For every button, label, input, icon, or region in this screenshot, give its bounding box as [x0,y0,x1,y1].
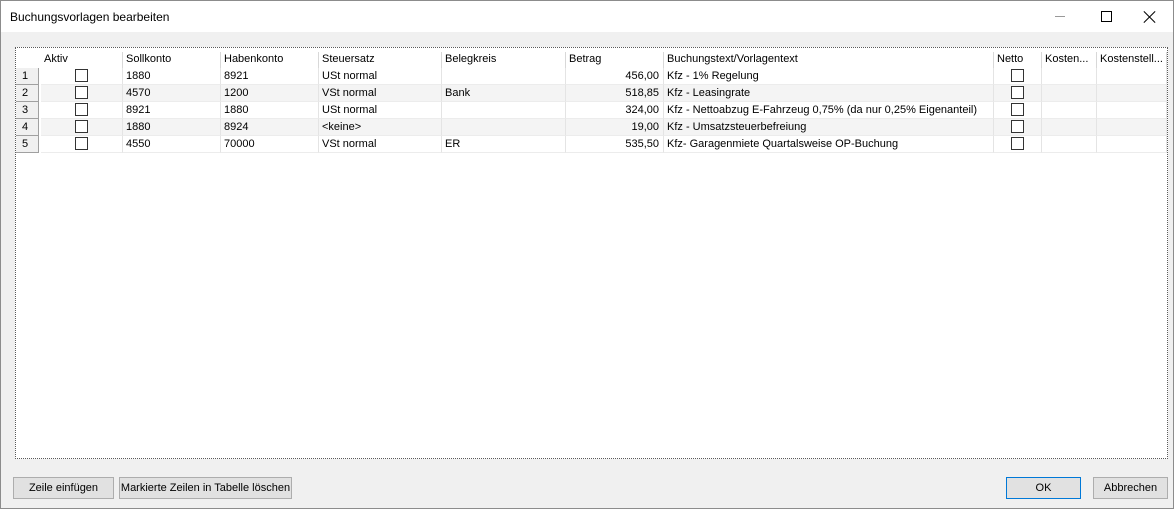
cell-col-buchungstext[interactable]: Kfz - Nettoabzug E-Fahrzeug 0,75% (da nu… [664,102,994,119]
header-col-kosten[interactable]: Kosten... [1042,52,1097,68]
header-col-habenkonto[interactable]: Habenkonto [221,52,319,68]
header-col-aktiv[interactable]: Aktiv [41,52,123,68]
cell-col-kostenstelle[interactable] [1097,119,1167,136]
cell-col-sollkonto[interactable]: 4550 [123,136,221,153]
header-col-kostenstelle[interactable]: Kostenstell... [1097,52,1167,68]
table-row[interactable]: 4 1880 8924 <keine> 19,00 Kfz - Umsatzsteuerb… [16,119,1167,136]
cell-col-steuersatz[interactable]: VSt normal [319,85,442,102]
cell-col-buchungstext[interactable]: Kfz - 1% Regelung [664,68,994,85]
cell-col-kosten[interactable] [1042,136,1097,153]
cell-col-habenkonto[interactable]: 1880 [221,102,319,119]
table-header: Aktiv Sollkonto Habenkonto Steuersatz Belegk… [16,52,1167,68]
aktiv-checkbox[interactable] [75,85,88,99]
cell-col-belegkreis[interactable] [442,68,566,85]
aktiv-checkbox[interactable] [75,136,88,150]
cell-col-sollkonto[interactable]: 1880 [123,68,221,85]
row-number[interactable]: 5 [16,136,39,153]
cell-col-aktiv[interactable] [41,119,123,136]
insert-row-button[interactable]: Zeile einfügen [13,477,114,499]
delete-selected-rows-button[interactable]: Markierte Zeilen in Tabelle löschen [119,477,292,499]
cell-col-sollkonto[interactable]: 4570 [123,85,221,102]
close-button[interactable] [1127,1,1173,32]
header-col-steuersatz[interactable]: Steuersatz [319,52,442,68]
netto-checkbox[interactable] [1011,119,1024,133]
cell-col-betrag[interactable]: 518,85 [566,85,664,102]
cell-col-steuersatz[interactable]: USt normal [319,68,442,85]
header-col-buchungstext[interactable]: Buchungstext/Vorlagentext [664,52,994,68]
cell-col-kosten[interactable] [1042,102,1097,119]
aktiv-checkbox[interactable] [75,102,88,116]
row-number[interactable]: 3 [16,102,39,119]
cell-col-betrag[interactable]: 324,00 [566,102,664,119]
cell-col-belegkreis[interactable]: ER [442,136,566,153]
maximize-button[interactable] [1083,1,1129,32]
header-col-netto[interactable]: Netto [994,52,1042,68]
row-number[interactable]: 2 [16,85,39,102]
cell-col-kostenstelle[interactable] [1097,85,1167,102]
dialog-window: Buchungsvorlagen bearbeiten Aktiv Sollkon… [0,0,1174,509]
cell-col-kosten[interactable] [1042,85,1097,102]
row-number[interactable]: 1 [16,68,39,85]
netto-checkbox[interactable] [1011,136,1024,150]
close-icon [1144,11,1156,23]
table-row[interactable]: 1 1880 8921 USt normal 456,00 Kfz - 1% Regelu… [16,68,1167,85]
cell-col-aktiv[interactable] [41,68,123,85]
netto-checkbox[interactable] [1011,85,1024,99]
cell-col-sollkonto[interactable]: 8921 [123,102,221,119]
cell-col-aktiv[interactable] [41,136,123,153]
cell-col-habenkonto[interactable]: 1200 [221,85,319,102]
cell-col-netto[interactable] [994,136,1042,153]
cell-col-sollkonto[interactable]: 1880 [123,119,221,136]
cell-col-habenkonto[interactable]: 8921 [221,68,319,85]
booking-template-table[interactable]: Aktiv Sollkonto Habenkonto Steuersatz Belegk… [15,47,1168,459]
cell-col-belegkreis[interactable] [442,102,566,119]
cell-col-netto[interactable] [994,102,1042,119]
cell-col-buchungstext[interactable]: Kfz- Garagenmiete Quartalsweise OP-Buchu… [664,136,994,153]
cell-col-buchungstext[interactable]: Kfz - Umsatzsteuerbefreiung [664,119,994,136]
table-row[interactable]: 2 4570 1200 VSt normal Bank 518,85 Kfz - Leasi… [16,85,1167,102]
cell-col-kostenstelle[interactable] [1097,102,1167,119]
cell-col-netto[interactable] [994,85,1042,102]
header-col-belegkreis[interactable]: Belegkreis [442,52,566,68]
cell-col-belegkreis[interactable]: Bank [442,85,566,102]
window-title: Buchungsvorlagen bearbeiten [10,10,170,24]
cell-col-steuersatz[interactable]: <keine> [319,119,442,136]
row-number[interactable]: 4 [16,119,39,136]
cell-col-betrag[interactable]: 19,00 [566,119,664,136]
aktiv-checkbox[interactable] [75,68,88,82]
cell-col-betrag[interactable]: 456,00 [566,68,664,85]
cell-col-kostenstelle[interactable] [1097,136,1167,153]
cell-col-habenkonto[interactable]: 8924 [221,119,319,136]
cell-col-buchungstext[interactable]: Kfz - Leasingrate [664,85,994,102]
cell-col-kostenstelle[interactable] [1097,68,1167,85]
cell-col-netto[interactable] [994,119,1042,136]
cell-col-kosten[interactable] [1042,119,1097,136]
cell-col-steuersatz[interactable]: VSt normal [319,136,442,153]
minimize-icon [1055,16,1065,17]
netto-checkbox[interactable] [1011,68,1024,82]
minimize-button[interactable] [1037,1,1083,32]
maximize-icon [1100,11,1112,22]
title-bar: Buchungsvorlagen bearbeiten [1,1,1173,32]
aktiv-checkbox[interactable] [75,119,88,133]
cell-col-aktiv[interactable] [41,102,123,119]
cell-col-betrag[interactable]: 535,50 [566,136,664,153]
header-col-sollkonto[interactable]: Sollkonto [123,52,221,68]
cell-col-belegkreis[interactable] [442,119,566,136]
cell-col-netto[interactable] [994,68,1042,85]
cell-col-steuersatz[interactable]: USt normal [319,102,442,119]
table-row[interactable]: 5 4550 70000 VSt normal ER 535,50 Kfz- Garagen… [16,136,1167,153]
cell-col-aktiv[interactable] [41,85,123,102]
cell-col-kosten[interactable] [1042,68,1097,85]
cell-col-habenkonto[interactable]: 70000 [221,136,319,153]
netto-checkbox[interactable] [1011,102,1024,116]
header-col-betrag[interactable]: Betrag [566,52,664,68]
ok-button[interactable]: OK [1006,477,1081,499]
cancel-button[interactable]: Abbrechen [1093,477,1168,499]
table-row[interactable]: 3 8921 1880 USt normal 324,00 Kfz - Nettoabzu… [16,102,1167,119]
